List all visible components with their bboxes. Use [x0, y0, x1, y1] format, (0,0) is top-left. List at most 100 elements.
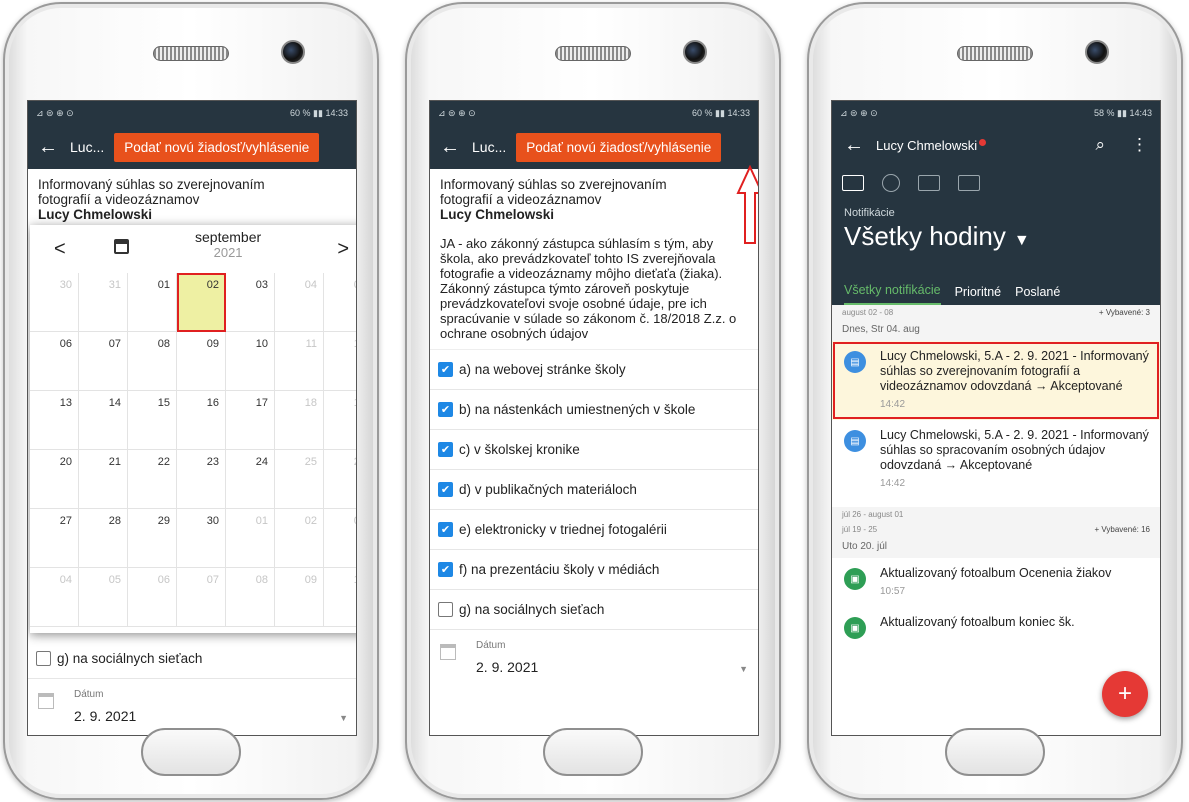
calendar-day[interactable]: 05 [79, 568, 128, 627]
caret-down-icon[interactable]: ▼ [1014, 232, 1030, 249]
prev-month-button[interactable]: < [54, 238, 66, 261]
calendar-day[interactable]: 30 [30, 273, 79, 332]
calendar-day[interactable]: 01 [128, 273, 177, 332]
calendar-day[interactable]: 30 [177, 509, 226, 568]
calendar-day[interactable]: 22 [128, 450, 177, 509]
notification-item[interactable]: ▣ Aktualizovaný fotoalbum Ocenenia žiako… [832, 558, 1160, 607]
consent-option-row[interactable]: ✔ b) na nástenkách umiestnených v škole [430, 390, 758, 430]
checkbox-checked-icon[interactable]: ✔ [438, 522, 453, 537]
calendar-day[interactable]: 26 [324, 450, 356, 509]
filter-title[interactable]: Všetky hodiny ▼ [844, 221, 1148, 252]
mail-icon[interactable] [842, 175, 864, 191]
week-group[interactable]: august 02 - 08 + Vybavené: 3 [832, 305, 1160, 320]
calendar-day[interactable]: 24 [226, 450, 275, 509]
calendar-day[interactable]: 13 [30, 391, 79, 450]
notification-item[interactable]: ▣ Aktualizovaný fotoalbum koniec šk. [832, 607, 1160, 647]
consent-option-row[interactable]: ✔ c) v školskej kronike [430, 430, 758, 470]
week-group[interactable]: júl 26 - august 01 [832, 507, 1160, 522]
home-button[interactable] [543, 728, 643, 776]
date-field[interactable]: Dátum 2. 9. 2021 ▼ [28, 679, 356, 734]
calendar-day[interactable]: 05 [324, 273, 356, 332]
more-menu-icon[interactable]: ⋮ [1131, 135, 1148, 155]
chart-icon[interactable] [918, 175, 940, 191]
back-arrow-icon[interactable]: ← [844, 134, 864, 157]
new-request-button[interactable]: Podať novú žiadosť/vyhlásenie [516, 132, 722, 162]
back-arrow-icon[interactable]: ← [38, 136, 58, 159]
calendar-day[interactable]: 07 [79, 332, 128, 391]
calendar-day[interactable]: 10 [226, 332, 275, 391]
back-arrow-icon[interactable]: ← [440, 136, 460, 159]
option-g-row[interactable]: g) na sociálnych sieťach [28, 639, 356, 679]
today-calendar-icon[interactable] [114, 239, 129, 254]
calendar-day[interactable]: 02 [177, 273, 226, 332]
page-title: Luc... [472, 139, 507, 155]
consent-option-row[interactable]: g) na sociálnych sieťach [430, 590, 758, 630]
checkbox-checked-icon[interactable]: ✔ [438, 362, 453, 377]
dropdown-arrow-icon[interactable]: ▼ [739, 664, 748, 675]
week-group[interactable]: júl 19 - 25 + Vybavené: 16 [832, 522, 1160, 537]
tab-sent[interactable]: Poslané [1015, 285, 1060, 305]
consent-option-row[interactable]: ✔ a) na webovej stránke školy [430, 350, 758, 390]
notification-item[interactable]: ▤ Lucy Chmelowski, 5.A - 2. 9. 2021 - In… [832, 341, 1160, 420]
calendar-day[interactable]: 02 [275, 509, 324, 568]
calendar-day[interactable]: 12 [324, 332, 356, 391]
notification-time: 10:57 [880, 586, 906, 597]
dropdown-arrow-icon[interactable]: ▼ [339, 713, 348, 724]
calendar-day[interactable]: 03 [324, 509, 356, 568]
calendar-day[interactable]: 25 [275, 450, 324, 509]
calendar-day[interactable]: 20 [30, 450, 79, 509]
calendar-day[interactable]: 16 [177, 391, 226, 450]
tab-all[interactable]: Všetky notifikácie [844, 283, 941, 305]
calendar-day[interactable]: 21 [79, 450, 128, 509]
notification-text: Lucy Chmelowski, 5.A - 2. 9. 2021 - Info… [880, 349, 1149, 393]
add-fab-button[interactable]: + [1102, 671, 1148, 717]
calendar-day[interactable]: 15 [128, 391, 177, 450]
checkbox-checked-icon[interactable]: ✔ [438, 442, 453, 457]
home-button[interactable] [141, 728, 241, 776]
checkbox-unchecked-icon[interactable] [438, 602, 453, 617]
calendar-day[interactable]: 07 [177, 568, 226, 627]
tab-priority[interactable]: Prioritné [955, 285, 1002, 305]
calendar-day[interactable]: 23 [177, 450, 226, 509]
calendar-day[interactable]: 11 [275, 332, 324, 391]
calendar-day[interactable]: 04 [30, 568, 79, 627]
checkbox-checked-icon[interactable]: ✔ [438, 482, 453, 497]
date-field[interactable]: Dátum 2. 9. 2021 ▼ [430, 630, 758, 685]
calendar-day[interactable]: 09 [177, 332, 226, 391]
checkbox-checked-icon[interactable]: ✔ [438, 562, 453, 577]
consent-option-row[interactable]: ✔ e) elektronicky v triednej fotogalérii [430, 510, 758, 550]
calendar-day[interactable]: 19 [324, 391, 356, 450]
calendar-day[interactable]: 29 [128, 509, 177, 568]
calendar-day[interactable]: 08 [128, 332, 177, 391]
calendar-day[interactable]: 27 [30, 509, 79, 568]
new-request-button[interactable]: Podať novú žiadosť/vyhlásenie [114, 132, 320, 162]
calendar-day[interactable]: 08 [226, 568, 275, 627]
briefcase-icon[interactable] [958, 175, 980, 191]
calendar-day[interactable]: 28 [79, 509, 128, 568]
calendar-day[interactable]: 17 [226, 391, 275, 450]
calendar-day[interactable]: 09 [275, 568, 324, 627]
consent-option-row[interactable]: ✔ f) na prezentáciu školy v médiách [430, 550, 758, 590]
calendar-day[interactable]: 10 [324, 568, 356, 627]
done-count[interactable]: + Vybavené: 3 [1099, 308, 1150, 317]
filter-title-text: Všetky hodiny [844, 221, 1006, 251]
calendar-day[interactable]: 14 [79, 391, 128, 450]
consent-option-row[interactable]: ✔ d) v publikačných materiáloch [430, 470, 758, 510]
notification-item[interactable]: ▤ Lucy Chmelowski, 5.A - 2. 9. 2021 - In… [832, 420, 1160, 499]
date-label: Dátum [476, 640, 506, 651]
clock-icon[interactable] [882, 174, 900, 192]
next-month-button[interactable]: > [337, 238, 349, 261]
calendar-day[interactable]: 06 [128, 568, 177, 627]
calendar-day[interactable]: 03 [226, 273, 275, 332]
done-count[interactable]: + Vybavené: 16 [1094, 525, 1150, 534]
date-label: Dátum [74, 689, 104, 700]
checkbox-checked-icon[interactable]: ✔ [438, 402, 453, 417]
checkbox-unchecked-icon[interactable] [36, 651, 51, 666]
home-button[interactable] [945, 728, 1045, 776]
calendar-day[interactable]: 01 [226, 509, 275, 568]
calendar-day[interactable]: 18 [275, 391, 324, 450]
calendar-day[interactable]: 31 [79, 273, 128, 332]
calendar-day[interactable]: 04 [275, 273, 324, 332]
search-icon[interactable]: ⌕ [1095, 135, 1105, 155]
calendar-day[interactable]: 06 [30, 332, 79, 391]
